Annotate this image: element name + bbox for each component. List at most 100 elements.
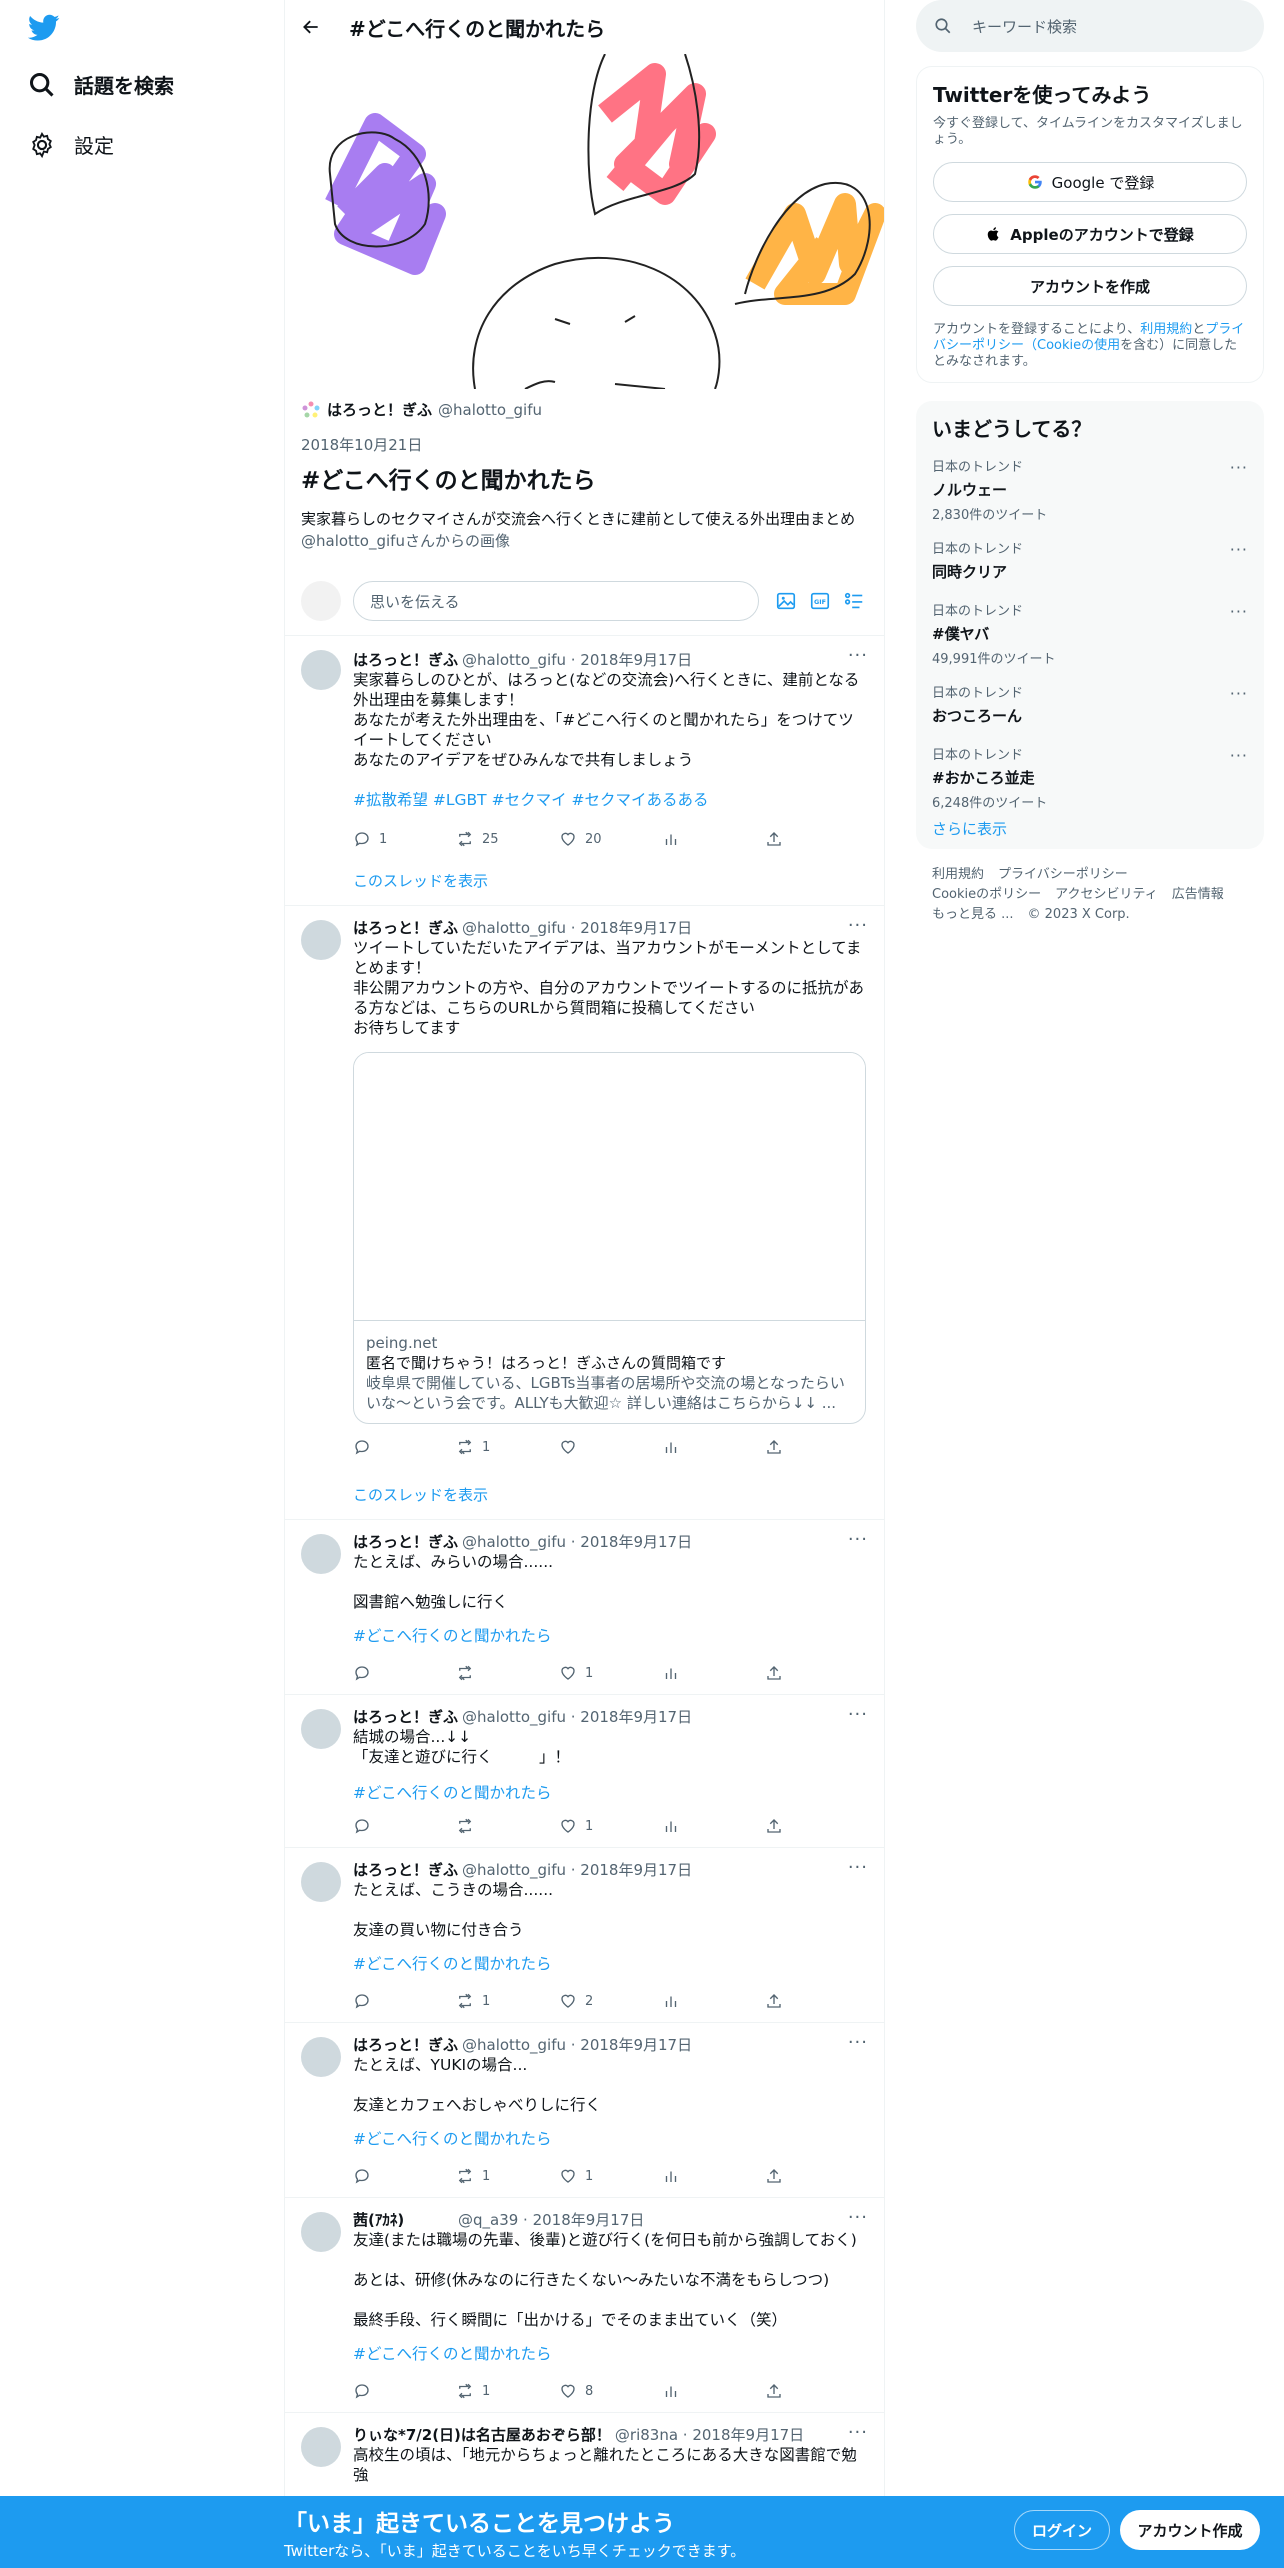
show-more-link[interactable]: さらに表示 — [916, 818, 1264, 839]
search-box[interactable]: キーワード検索 — [916, 0, 1264, 52]
views-button[interactable] — [662, 1817, 765, 1835]
search-input[interactable]: キーワード検索 — [972, 16, 1077, 37]
reply-button[interactable] — [353, 1438, 456, 1456]
avatar[interactable] — [301, 2037, 341, 2077]
terms-link[interactable]: 利用規約 — [1140, 322, 1192, 337]
tweet-handle-date[interactable]: @q_a39 · 2018年9月17日 — [408, 2210, 644, 2230]
nav-settings[interactable]: 設定 — [28, 130, 114, 159]
tweet[interactable]: はろっと！ぎふ @halotto_gifu · 2018年9月17日 ··· たとえ… — [285, 2023, 884, 2198]
tweet[interactable]: 茜(ｱｶﾈ) @q_a39 · 2018年9月17日 ··· 友達(または職場の先… — [285, 2198, 884, 2413]
tweet-handle-date[interactable]: @halotto_gifu · 2018年9月17日 — [462, 1860, 692, 1880]
create-account-button[interactable]: アカウントを作成 — [933, 266, 1247, 306]
reply-button[interactable] — [353, 1992, 456, 2010]
retweet-button[interactable]: 1 — [456, 1438, 559, 1456]
nav-explore[interactable]: 話題を検索 — [28, 70, 174, 99]
tweet-handle-date[interactable]: @halotto_gifu · 2018年9月17日 — [462, 918, 692, 938]
like-button[interactable] — [559, 1438, 662, 1456]
like-button[interactable]: 20 — [559, 830, 662, 848]
avatar[interactable] — [301, 2427, 341, 2467]
more-icon[interactable]: ··· — [848, 2033, 868, 2053]
more-icon[interactable]: ··· — [848, 916, 868, 936]
login-button[interactable]: ログイン — [1014, 2510, 1110, 2550]
more-icon[interactable]: ··· — [848, 2423, 868, 2443]
views-button[interactable] — [662, 1664, 765, 1682]
tweet-hashtags[interactable]: #どこへ行くのと聞かれたら — [353, 1626, 868, 1646]
retweet-button[interactable]: 1 — [456, 2382, 559, 2400]
tweet-handle-date[interactable]: @halotto_gifu · 2018年9月17日 — [462, 650, 692, 670]
avatar[interactable] — [301, 2212, 341, 2252]
like-button[interactable]: 1 — [559, 2167, 662, 2185]
avatar[interactable] — [301, 920, 341, 960]
like-button[interactable]: 2 — [559, 1992, 662, 2010]
moment-author[interactable]: はろっと！ぎふ @halotto_gifu — [301, 399, 868, 420]
retweet-button[interactable]: 1 — [456, 1992, 559, 2010]
tweet[interactable]: はろっと！ぎふ @halotto_gifu · 2018年9月17日 ··· ツイー… — [285, 906, 884, 1520]
twitter-logo-icon[interactable] — [28, 14, 60, 42]
image-icon[interactable] — [775, 590, 797, 612]
trend-item[interactable]: 日本のトレンド #僕ヤバ 49,991件のツイート ··· — [916, 600, 1264, 682]
tweet-author-name[interactable]: りぃな*7/2(日)は名古屋あおぞら部！ — [353, 2425, 611, 2445]
more-icon[interactable]: ··· — [848, 1530, 868, 1550]
tweet-author-name[interactable]: はろっと！ぎふ — [353, 650, 458, 670]
avatar[interactable] — [301, 1534, 341, 1574]
tweet-hashtags[interactable]: #どこへ行くのと聞かれたら — [353, 2129, 868, 2149]
footer-link[interactable]: 利用規約 — [932, 867, 984, 882]
tweet-author-name[interactable]: はろっと！ぎふ — [353, 1707, 458, 1727]
reply-button[interactable] — [353, 1664, 456, 1682]
google-signup-button[interactable]: Google で登録 — [933, 162, 1247, 202]
tweet-hashtags[interactable]: #拡散希望 #LGBT #セクマイ #セクマイあるある — [353, 790, 868, 810]
more-icon[interactable]: ··· — [1230, 540, 1248, 559]
tweet-author-name[interactable]: はろっと！ぎふ — [353, 1860, 458, 1880]
like-button[interactable]: 1 — [559, 1664, 662, 1682]
footer-link[interactable]: アクセシビリティ — [1055, 887, 1158, 902]
compose-input[interactable]: 思いを伝える — [353, 581, 759, 621]
retweet-button[interactable] — [456, 1664, 559, 1682]
apple-signup-button[interactable]: Appleのアカウントで登録 — [933, 214, 1247, 254]
tweet-handle-date[interactable]: @ri83na · 2018年9月17日 — [615, 2425, 804, 2445]
retweet-button[interactable]: 25 — [456, 830, 559, 848]
more-icon[interactable]: ··· — [848, 646, 868, 666]
views-button[interactable] — [662, 2167, 765, 2185]
footer-link[interactable]: プライバシーポリシー — [998, 867, 1128, 882]
tweet[interactable]: はろっと！ぎふ @halotto_gifu · 2018年9月17日 ··· 結城の… — [285, 1695, 884, 1848]
tweet[interactable]: りぃな*7/2(日)は名古屋あおぞら部！ @ri83na · 2018年9月17日… — [285, 2413, 884, 2495]
show-thread-link[interactable]: このスレッドを表示 — [353, 870, 868, 891]
like-button[interactable]: 8 — [559, 2382, 662, 2400]
avatar[interactable] — [301, 650, 341, 690]
tweet-hashtags[interactable]: #どこへ行くのと聞かれたら — [353, 1954, 868, 1974]
back-arrow-icon[interactable] — [301, 17, 321, 37]
footer-link[interactable]: もっと見る ... — [932, 907, 1014, 922]
share-button[interactable] — [765, 2167, 868, 2185]
tweet[interactable]: はろっと！ぎふ @halotto_gifu · 2018年9月17日 ··· 実家暮… — [285, 636, 884, 906]
trend-item[interactable]: 日本のトレンド おつころーん ··· — [916, 682, 1264, 744]
avatar[interactable] — [301, 1862, 341, 1902]
reply-button[interactable] — [353, 2167, 456, 2185]
share-button[interactable] — [765, 1817, 868, 1835]
tweet-hashtags[interactable]: #どこへ行くのと聞かれたら — [353, 2344, 868, 2364]
signup-button[interactable]: アカウント作成 — [1120, 2510, 1260, 2550]
views-button[interactable] — [662, 1992, 765, 2010]
views-button[interactable] — [662, 830, 765, 848]
more-icon[interactable]: ··· — [848, 1705, 868, 1725]
trend-item[interactable]: 日本のトレンド 同時クリア ··· — [916, 538, 1264, 600]
tweet[interactable]: はろっと！ぎふ @halotto_gifu · 2018年9月17日 ··· たとえ… — [285, 1520, 884, 1695]
tweet-handle-date[interactable]: @halotto_gifu · 2018年9月17日 — [462, 1707, 692, 1727]
share-button[interactable] — [765, 2382, 868, 2400]
gif-icon[interactable]: GIF — [809, 590, 831, 612]
reply-button[interactable] — [353, 1817, 456, 1835]
reply-button[interactable] — [353, 2382, 456, 2400]
footer-link[interactable]: 広告情報 — [1172, 887, 1224, 902]
footer-link[interactable]: Cookieのポリシー — [932, 887, 1041, 902]
more-icon[interactable]: ··· — [1230, 602, 1248, 621]
tweet-author-name[interactable]: はろっと！ぎふ — [353, 2035, 458, 2055]
share-button[interactable] — [765, 830, 868, 848]
share-button[interactable] — [765, 1992, 868, 2010]
more-icon[interactable]: ··· — [1230, 684, 1248, 703]
views-button[interactable] — [662, 2382, 765, 2400]
link-card[interactable]: peing.net 匿名で聞けちゃう！はろっと！ぎふさんの質問箱です 岐阜県で開… — [353, 1052, 866, 1424]
show-thread-link[interactable]: このスレッドを表示 — [353, 1484, 868, 1505]
trend-item[interactable]: 日本のトレンド ノルウェー 2,830件のツイート ··· — [916, 456, 1264, 538]
retweet-button[interactable]: 1 — [456, 2167, 559, 2185]
like-button[interactable]: 1 — [559, 1817, 662, 1835]
tweet-handle-date[interactable]: @halotto_gifu · 2018年9月17日 — [462, 1532, 692, 1552]
